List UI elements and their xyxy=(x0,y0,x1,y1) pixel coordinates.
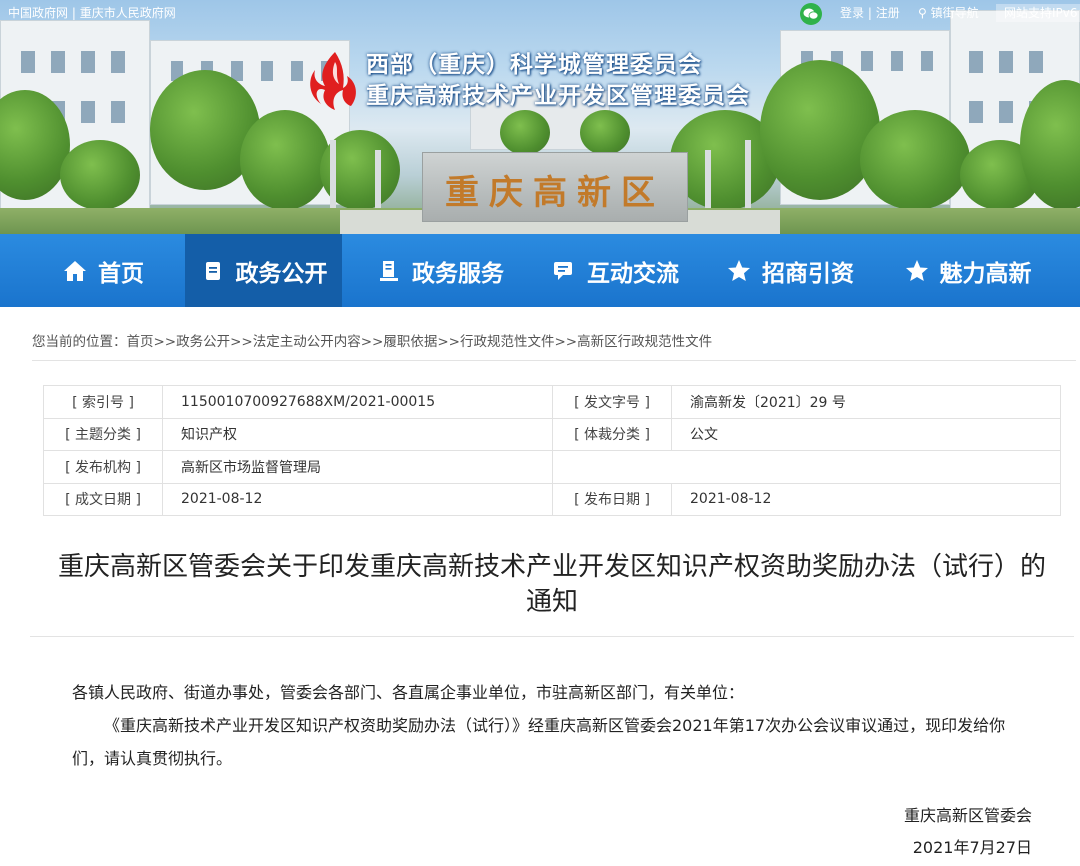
header-banner: 重庆高新区 西部（重庆）科学城管理委员会 重庆高新技术产业开发区管理委员会 中国… xyxy=(0,0,1080,234)
home-icon xyxy=(64,260,86,281)
nav-label-charm: 魅力高新 xyxy=(939,260,1032,287)
login-link[interactable]: 登录 xyxy=(840,6,864,20)
nav-item-investment[interactable]: 招商引资 xyxy=(710,234,870,307)
nav-label-gov-service: 政务服务 xyxy=(412,260,504,287)
topic-value: 知识产权 xyxy=(162,417,553,451)
article-title: 重庆高新区管委会关于印发重庆高新技术产业开发区知识产权资助奖励办法（试行）的 通… xyxy=(30,550,1074,637)
star-icon xyxy=(728,259,750,281)
nav-item-home[interactable]: 首页 xyxy=(28,234,178,307)
index-label: [ 索引号 ] xyxy=(43,385,163,419)
gov-link[interactable]: 中国政府网 xyxy=(8,6,68,20)
main-nav: 首页 政务公开 政务服务 互动交流 招商引资 魅力高新 xyxy=(0,234,1080,307)
sign-date: 2021年7月27日 xyxy=(912,838,1032,857)
top-divider: | xyxy=(71,6,76,20)
org-title: 西部（重庆）科学城管理委员会 重庆高新技术产业开发区管理委员会 xyxy=(366,50,750,112)
created-date-value: 2021-08-12 xyxy=(162,482,553,516)
index-value: 1150010700927688XM/2021-00015 xyxy=(162,385,553,419)
tree xyxy=(580,110,630,155)
ipv6-badge: 网站支持IPv6 xyxy=(996,4,1080,22)
tree xyxy=(860,110,970,210)
doc-no-value: 渝高新发〔2021〕29 号 xyxy=(671,385,1061,419)
breadcrumb-item[interactable]: 法定主动公开内容 xyxy=(253,334,361,350)
breadcrumb: 您当前的位置：首页>>政务公开>>法定主动公开内容>>履职依据>>行政规范性文件… xyxy=(32,330,1076,361)
chat-icon xyxy=(554,261,572,280)
top-links: 中国政府网 | 重庆市人民政府网 xyxy=(8,0,176,26)
street-nav-label: 镇街导航 xyxy=(930,6,979,20)
salutation: 各镇人民政府、街道办事处，管委会各部门、各直属企事业单位，市驻高新区部门，有关单… xyxy=(72,683,745,702)
article-title-line1: 重庆高新区管委会关于印发重庆高新技术产业开发区知识产权资助奖励办法（试行）的 xyxy=(57,552,1046,582)
doc-no-label: [ 发文字号 ] xyxy=(552,385,672,419)
issuer-label: [ 发布机构 ] xyxy=(43,450,163,484)
published-date-label: [ 发布日期 ] xyxy=(552,482,672,516)
breadcrumb-item[interactable]: 政务公开 xyxy=(176,334,230,350)
nav-item-interaction[interactable]: 互动交流 xyxy=(535,234,695,307)
signer: 重庆高新区管委会 xyxy=(903,806,1032,825)
table-row: [ 主题分类 ] 知识产权 [ 体裁分类 ] 公文 xyxy=(43,417,1061,451)
tree xyxy=(240,110,330,210)
empty-cell xyxy=(671,450,1061,484)
tree xyxy=(760,60,880,200)
nav-label-gov-affairs: 政务公开 xyxy=(235,260,328,287)
breadcrumb-item[interactable]: 首页 xyxy=(127,334,154,350)
cq-gov-link[interactable]: 重庆市人民政府网 xyxy=(80,6,176,20)
nav-label-investment: 招商引资 xyxy=(762,260,854,287)
signature-block: 重庆高新区管委会 2021年7月27日 xyxy=(904,800,1032,864)
document-icon xyxy=(205,261,220,280)
nav-label-home: 首页 xyxy=(98,260,144,287)
genre-value: 公文 xyxy=(671,417,1061,451)
nav-item-gov-affairs[interactable]: 政务公开 xyxy=(185,234,342,307)
breadcrumb-sep: >> xyxy=(554,334,578,350)
nav-label-interaction: 互动交流 xyxy=(587,260,679,287)
star-icon xyxy=(905,259,928,281)
breadcrumb-sep: >> xyxy=(437,334,460,350)
breadcrumb-item[interactable]: 行政规范性文件 xyxy=(460,334,555,350)
nav-item-charm[interactable]: 魅力高新 xyxy=(885,234,1050,307)
document-meta-table: [ 索引号 ] 1150010700927688XM/2021-00015 [ … xyxy=(43,385,1061,516)
article-paragraph: 《重庆高新技术产业开发区知识产权资助奖励办法（试行）》经重庆高新区管委会2021… xyxy=(72,716,1006,768)
lamp-post xyxy=(705,150,711,215)
street-nav-link[interactable]: ⚲ 镇街导航 xyxy=(918,0,979,26)
login-sep: | xyxy=(867,6,872,20)
stone-text: 重庆高新区 xyxy=(445,173,665,213)
breadcrumb-sep: >> xyxy=(153,334,177,350)
issuer-value: 高新区市场监督管理局 xyxy=(162,450,553,484)
breadcrumb-sep: >> xyxy=(360,334,384,350)
login-links: 登录 | 注册 xyxy=(840,0,900,26)
table-row: [ 索引号 ] 1150010700927688XM/2021-00015 [ … xyxy=(43,385,1061,419)
org-title-line2: 重庆高新技术产业开发区管理委员会 xyxy=(366,83,750,109)
lamp-post xyxy=(745,140,751,215)
genre-label: [ 体裁分类 ] xyxy=(552,417,672,451)
breadcrumb-item[interactable]: 高新区行政规范性文件 xyxy=(577,334,712,350)
table-row: [ 成文日期 ] 2021-08-12 [ 发布日期 ] 2021-08-12 xyxy=(43,482,1061,516)
lamp-post xyxy=(375,150,381,215)
breadcrumb-item[interactable]: 履职依据 xyxy=(383,334,437,350)
article-body: 各镇人民政府、街道办事处，管委会各部门、各直属企事业单位，市驻高新区部门，有关单… xyxy=(72,676,1032,775)
article-title-line2: 通知 xyxy=(525,587,578,617)
tree xyxy=(500,110,550,155)
org-title-line1: 西部（重庆）科学城管理委员会 xyxy=(366,52,702,78)
breadcrumb-sep: >> xyxy=(230,334,253,350)
empty-cell xyxy=(552,450,672,484)
nav-item-gov-service[interactable]: 政务服务 xyxy=(360,234,520,307)
wechat-icon[interactable] xyxy=(800,3,822,25)
landmark-stone: 重庆高新区 xyxy=(422,152,688,222)
service-icon xyxy=(380,260,398,281)
created-date-label: [ 成文日期 ] xyxy=(43,482,163,516)
tree xyxy=(60,140,140,210)
topic-label: [ 主题分类 ] xyxy=(43,417,163,451)
logo-icon xyxy=(310,52,356,110)
lamp-post xyxy=(330,140,336,215)
breadcrumb-prefix: 您当前的位置： xyxy=(32,334,127,350)
location-pin-icon: ⚲ xyxy=(918,6,927,20)
register-link[interactable]: 注册 xyxy=(876,6,900,20)
table-row: [ 发布机构 ] 高新区市场监督管理局 xyxy=(43,450,1061,484)
published-date-value: 2021-08-12 xyxy=(671,482,1061,516)
